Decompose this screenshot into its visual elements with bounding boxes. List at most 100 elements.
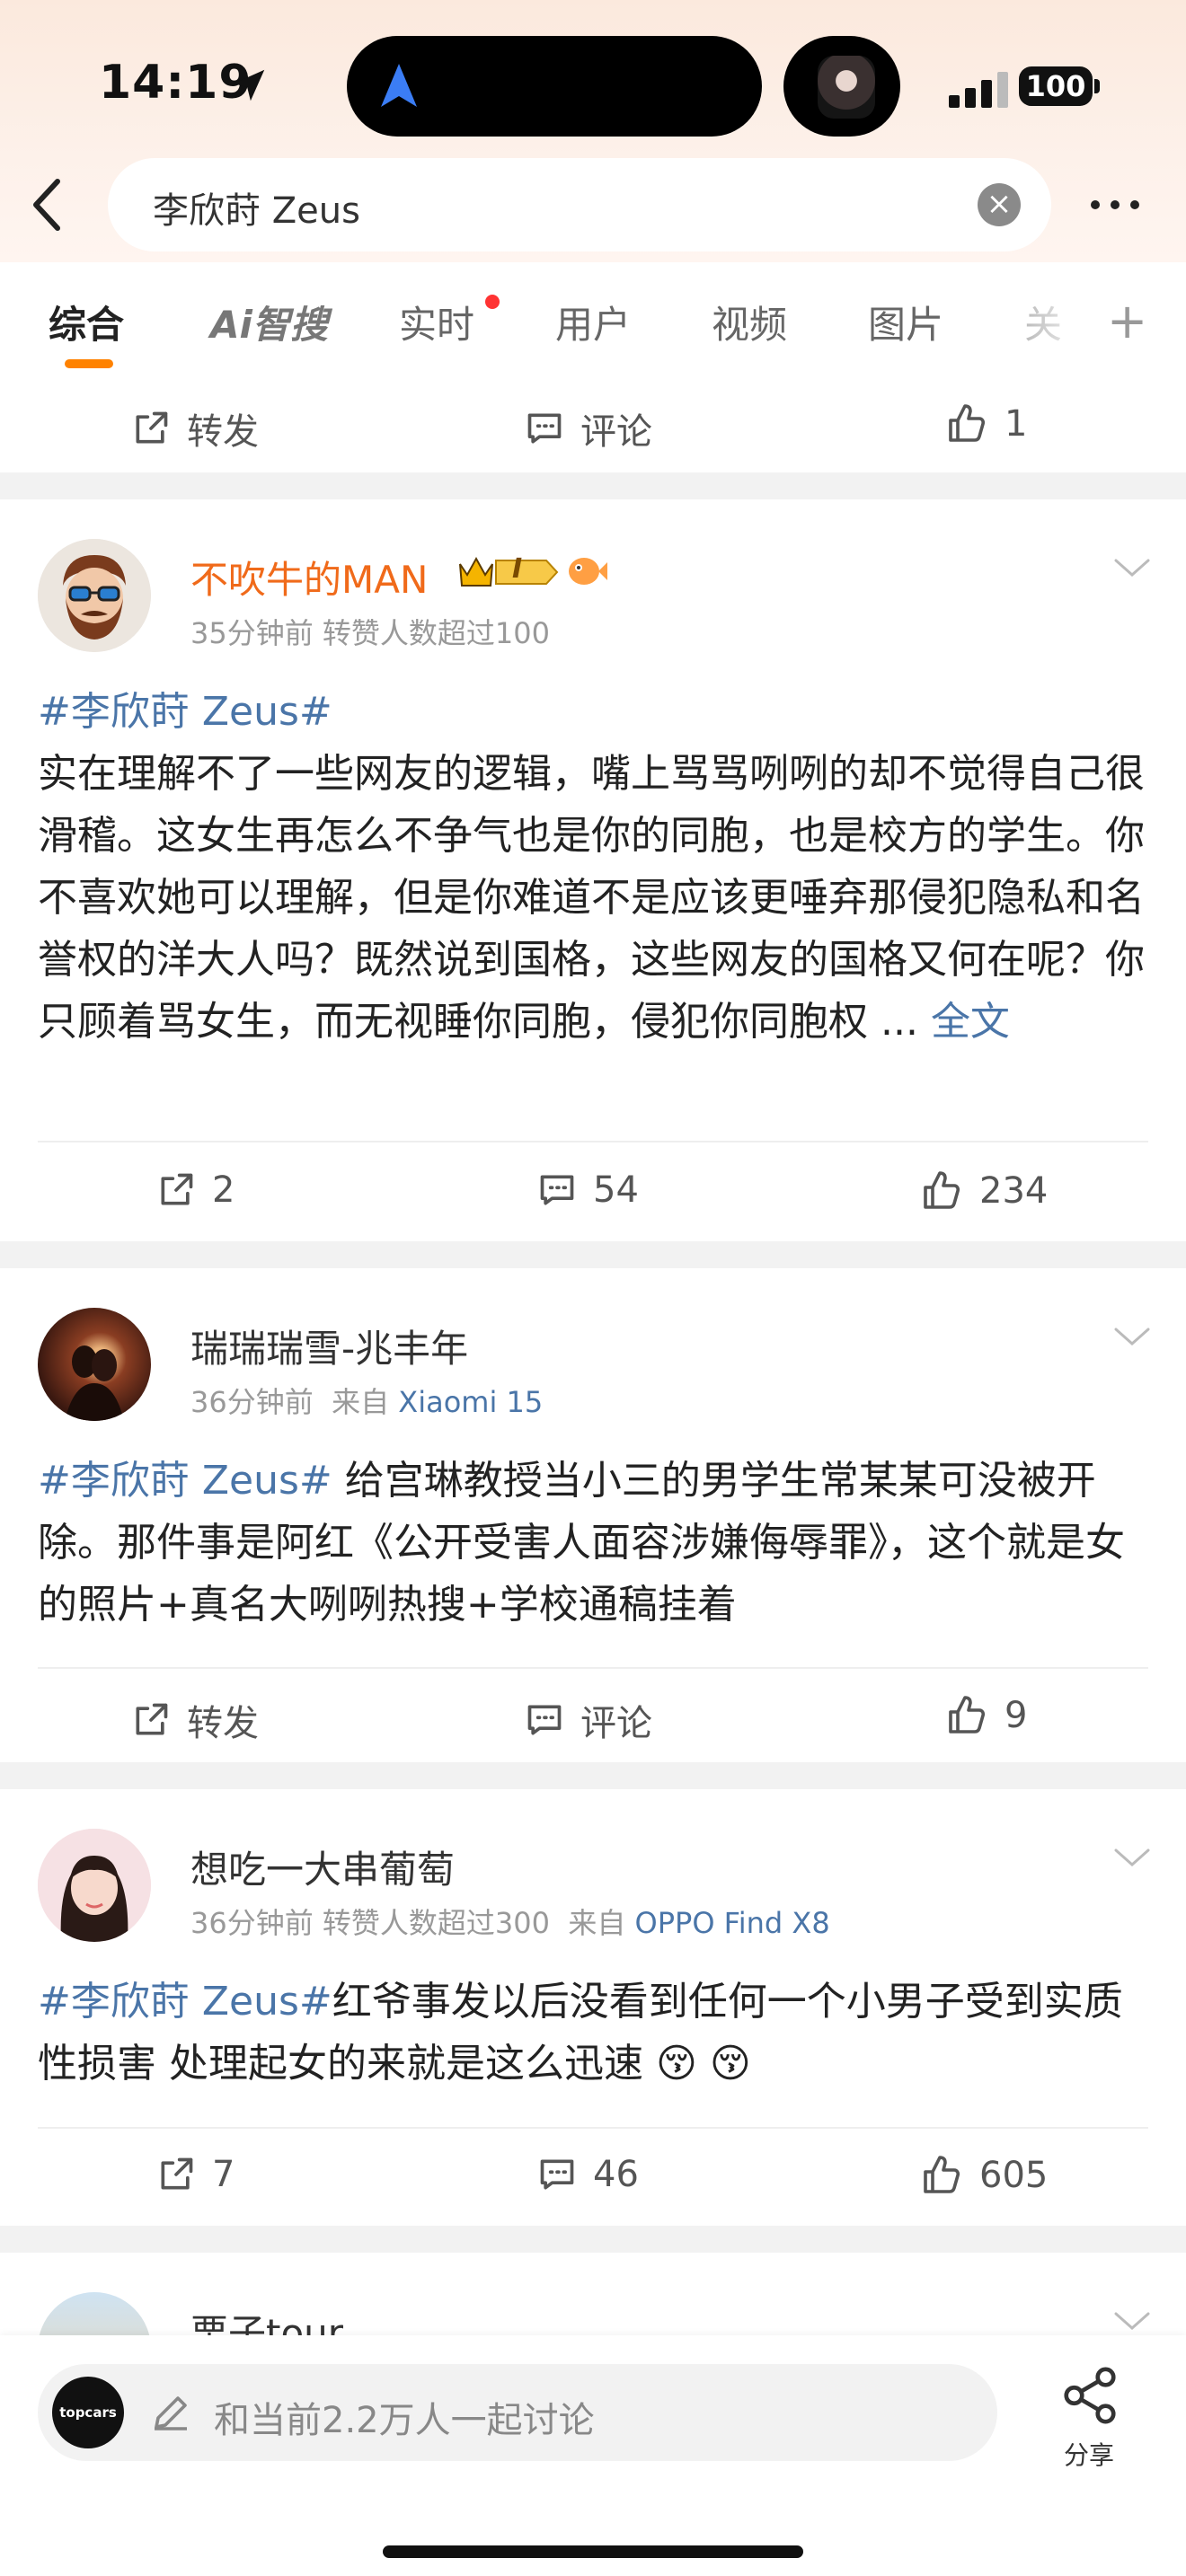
post-text: #李欣莳 Zeus#红爷事发以后没看到任何一个小男子受到实质性损害 处理起女的来… xyxy=(38,1971,1148,2095)
chevron-down-icon[interactable] xyxy=(1112,1845,1152,1870)
divider xyxy=(38,1667,1148,1669)
author-name[interactable]: 想吃一大串葡萄 xyxy=(190,1839,455,1894)
post-source[interactable]: OPPO Find X8 xyxy=(635,1906,830,1940)
post-meta: 36分钟前 转赞人数超过300 来自 OPPO Find X8 xyxy=(190,1901,830,1942)
like-count: 9 xyxy=(1005,1695,1028,1736)
battery-icon: 100 xyxy=(1019,66,1093,106)
like-button[interactable]: 605 xyxy=(920,2154,1048,2197)
post-time: 36分钟前 xyxy=(190,1906,314,1940)
pencil-icon xyxy=(155,2396,187,2430)
navigation-icon xyxy=(381,64,417,107)
comment-label: 评论 xyxy=(580,1703,652,1744)
share-label[interactable]: 分享 xyxy=(1064,2436,1114,2472)
read-more-link[interactable]: 全文 xyxy=(931,999,1010,1045)
repost-button[interactable]: 7 xyxy=(156,2154,235,2195)
search-input[interactable]: 李欣莳 Zeus × xyxy=(108,158,1051,251)
comment-icon xyxy=(527,1705,562,1735)
post-source[interactable]: Xiaomi 15 xyxy=(398,1385,543,1419)
add-tab-button[interactable]: + xyxy=(1107,293,1147,349)
tab-videos[interactable]: 视频 xyxy=(712,295,787,349)
tab-images[interactable]: 图片 xyxy=(868,295,943,349)
discussion-placeholder: 和当前2.2万人一起讨论 xyxy=(214,2400,595,2441)
bearded-man-avatar-icon xyxy=(38,539,151,652)
post-card: 栗子tour xyxy=(0,2253,1186,2335)
author-name[interactable]: 瑞瑞瑞雪-兆丰年 xyxy=(190,1319,468,1373)
more-options-button[interactable] xyxy=(1085,187,1148,223)
comment-button[interactable]: 评论 xyxy=(525,1694,652,1746)
repost-button[interactable]: 2 xyxy=(156,1169,235,1211)
topcars-logo: topcars xyxy=(52,2377,124,2448)
clear-search-button[interactable]: × xyxy=(978,183,1021,226)
comment-button[interactable]: 46 xyxy=(537,2154,639,2195)
like-count: 1 xyxy=(1005,403,1028,445)
repost-label: 转发 xyxy=(187,1703,259,1744)
avatar[interactable] xyxy=(38,1829,151,1942)
discussion-input[interactable]: topcars 和当前2.2万人一起讨论 xyxy=(38,2364,997,2461)
author-name[interactable]: 不吹牛的MAN xyxy=(190,550,428,604)
post-time: 36分钟前 xyxy=(190,1385,314,1419)
thumbs-up-icon xyxy=(924,1171,960,1209)
like-count: 234 xyxy=(979,1170,1049,1212)
repost-button[interactable]: 转发 xyxy=(131,1694,259,1746)
post-meta: 35分钟前 转赞人数超过100 xyxy=(190,611,550,652)
like-button[interactable]: 1 xyxy=(945,402,1027,446)
post-card: 瑞瑞瑞雪-兆丰年 36分钟前 来自 Xiaomi 15 #李欣莳 Zeus# 给… xyxy=(0,1268,1186,1762)
avatar[interactable] xyxy=(38,1308,151,1421)
home-indicator[interactable] xyxy=(383,2545,803,2558)
repost-icon xyxy=(161,1173,193,1205)
chevron-down-icon[interactable] xyxy=(1112,555,1152,580)
bottom-bar: topcars 和当前2.2万人一起讨论 分享 xyxy=(0,2335,1186,2576)
comment-label: 评论 xyxy=(580,411,652,453)
back-button[interactable] xyxy=(27,176,66,234)
vip-level: I xyxy=(512,553,523,585)
realtime-badge xyxy=(485,295,500,309)
post-card: 想吃一大串葡萄 36分钟前 转赞人数超过300 来自 OPPO Find X8 … xyxy=(0,1789,1186,2226)
like-button[interactable]: 9 xyxy=(945,1694,1027,1737)
thumbs-up-icon xyxy=(949,404,986,442)
source-label: 来自 xyxy=(332,1385,390,1419)
fish-badge-icon xyxy=(569,558,607,585)
share-icon[interactable] xyxy=(1058,2364,1121,2427)
girl-portrait-avatar-icon xyxy=(38,1829,151,1942)
post-time: 35分钟前 xyxy=(190,616,314,650)
topic-link[interactable]: #李欣莳 Zeus# xyxy=(38,1458,332,1504)
like-count: 605 xyxy=(979,2155,1049,2196)
post-text: #李欣莳 Zeus# 实在理解不了一些网友的逻辑，嘴上骂骂咧咧的却不觉得自己很滑… xyxy=(38,681,1148,1053)
tab-comprehensive[interactable]: 综合 xyxy=(49,295,124,349)
topic-link[interactable]: #李欣莳 Zeus# xyxy=(38,689,332,735)
post-text: #李欣莳 Zeus# 给宫琳教授当小三的男学生常某某可没被开除。那件事是阿红《公… xyxy=(38,1450,1148,1636)
avatar[interactable] xyxy=(38,2292,151,2335)
repost-button[interactable]: 转发 xyxy=(131,402,259,454)
active-tab-indicator xyxy=(65,359,113,368)
comment-count: 54 xyxy=(593,1169,639,1211)
kiss-emoji: 😚 😚 xyxy=(656,2041,751,2086)
tab-realtime[interactable]: 实时 xyxy=(399,295,474,349)
repost-icon xyxy=(136,1703,168,1735)
comment-button[interactable]: 评论 xyxy=(525,402,652,454)
avatar[interactable] xyxy=(38,539,151,652)
comment-icon xyxy=(540,1175,574,1205)
comment-count: 46 xyxy=(593,2154,639,2195)
divider xyxy=(38,2127,1148,2129)
vip-crown-icon xyxy=(459,556,559,587)
live-activity-avatar xyxy=(818,56,875,119)
topic-link[interactable]: #李欣莳 Zeus# xyxy=(38,1979,332,2025)
tab-fade xyxy=(1006,262,1096,375)
source-label: 来自 xyxy=(568,1906,626,1940)
signal-icon xyxy=(949,72,1008,108)
chevron-down-icon[interactable] xyxy=(1112,2308,1152,2333)
thumbs-up-icon xyxy=(924,2156,960,2193)
location-arrow-icon xyxy=(233,69,265,101)
repost-icon xyxy=(161,2157,193,2190)
author-name[interactable]: 栗子tour xyxy=(190,2303,343,2335)
post-meta: 36分钟前 来自 Xiaomi 15 xyxy=(190,1380,543,1421)
divider xyxy=(38,1141,1148,1142)
tab-users[interactable]: 用户 xyxy=(555,295,631,349)
battery-tip xyxy=(1094,79,1100,93)
chevron-down-icon[interactable] xyxy=(1112,1324,1152,1349)
post-card-previous: 转发 评论 1 xyxy=(0,375,1186,472)
like-button[interactable]: 234 xyxy=(920,1169,1048,1213)
comment-button[interactable]: 54 xyxy=(537,1169,639,1211)
tab-ai-search[interactable]: Ai智搜 xyxy=(210,295,328,349)
post-card: 不吹牛的MAN I 35分钟前 转赞人数超过100 #李欣莳 Zeus# 实在理… xyxy=(0,499,1186,1241)
